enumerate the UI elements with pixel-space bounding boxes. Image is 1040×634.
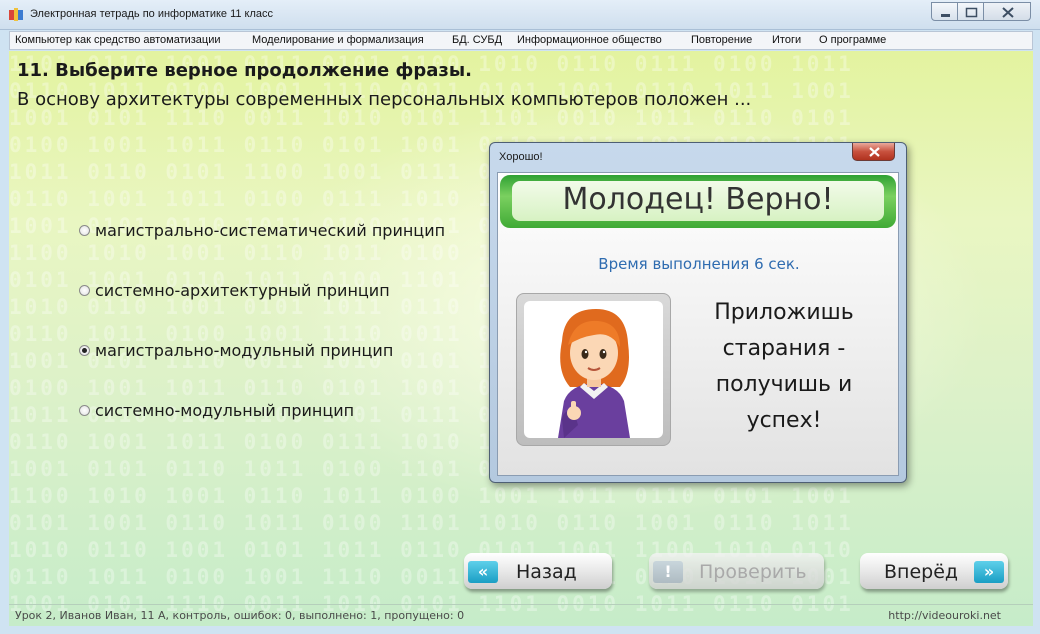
close-icon [869, 147, 880, 157]
question-title: 11. Выберите верное продолжение фразы. [17, 60, 472, 81]
menu-bar: Компьютер как средство автоматизации Мод… [9, 31, 1033, 50]
answer-option-label: системно-модульный принцип [95, 401, 355, 420]
maximize-button[interactable] [957, 2, 984, 21]
menu-modeling[interactable]: Моделирование и формализация [252, 34, 424, 46]
close-icon [1002, 7, 1014, 18]
menu-information-society[interactable]: Информационное общество [517, 34, 662, 46]
check-button-label: Проверить [699, 561, 807, 583]
answer-option-label: системно-архитектурный принцип [95, 281, 390, 300]
answer-option-label: магистрально-модульный принцип [95, 341, 394, 360]
menu-databases[interactable]: БД. СУБД [452, 34, 502, 46]
minimize-icon [941, 14, 950, 17]
menu-computer-automation[interactable]: Компьютер как средство автоматизации [15, 34, 221, 46]
forward-button-label: Вперёд [884, 561, 959, 583]
back-button[interactable]: « Назад [464, 553, 612, 593]
status-bar: Урок 2, Иванов Иван, 11 А, контроль, оши… [9, 604, 1033, 626]
forward-button[interactable]: Вперёд » [860, 553, 1008, 593]
girl-thumbs-up-illustration [558, 309, 630, 438]
back-arrows-icon: « [468, 561, 498, 583]
maximize-icon [965, 7, 978, 18]
window-title: Электронная тетрадь по информатике 11 кл… [30, 8, 274, 20]
exclamation-icon: ! [653, 561, 683, 583]
radio-button[interactable] [79, 285, 90, 296]
dialog-title: Хорошо! [499, 151, 543, 163]
dialog-close-button[interactable] [852, 143, 895, 161]
completion-time: Время выполнения 6 сек. [598, 255, 800, 273]
website-link[interactable]: http://videouroki.net [888, 609, 1001, 622]
success-message: Молодец! Верно! [562, 182, 834, 217]
app-icon [8, 7, 24, 22]
success-banner: Молодец! Верно! [500, 175, 896, 228]
motivational-quote: Приложишь старания - получишь и успех! [714, 300, 854, 433]
answer-option-label: магистрально-систематический принцип [95, 221, 446, 240]
dialog-body: Молодец! Верно! Время выполнения 6 сек. [497, 172, 899, 476]
radio-button[interactable] [79, 225, 90, 236]
question-text: В основу архитектуры современных персона… [17, 89, 752, 110]
window-close-button[interactable] [983, 2, 1031, 21]
minimize-button[interactable] [931, 2, 958, 21]
menu-about[interactable]: О программе [819, 34, 886, 46]
status-text: Урок 2, Иванов Иван, 11 А, контроль, оши… [15, 609, 465, 622]
avatar [516, 293, 671, 446]
menu-results[interactable]: Итоги [772, 34, 801, 46]
check-button[interactable]: ! Проверить [649, 553, 824, 593]
window-title-bar: Электронная тетрадь по информатике 11 кл… [0, 0, 1040, 30]
radio-button[interactable] [79, 405, 90, 416]
result-dialog: Хорошо! Молодец! Верно! Время выполнения… [489, 142, 907, 483]
menu-review[interactable]: Повторение [691, 34, 752, 46]
forward-arrows-icon: » [974, 561, 1004, 583]
radio-button-selected[interactable] [79, 345, 90, 356]
back-button-label: Назад [516, 561, 577, 583]
